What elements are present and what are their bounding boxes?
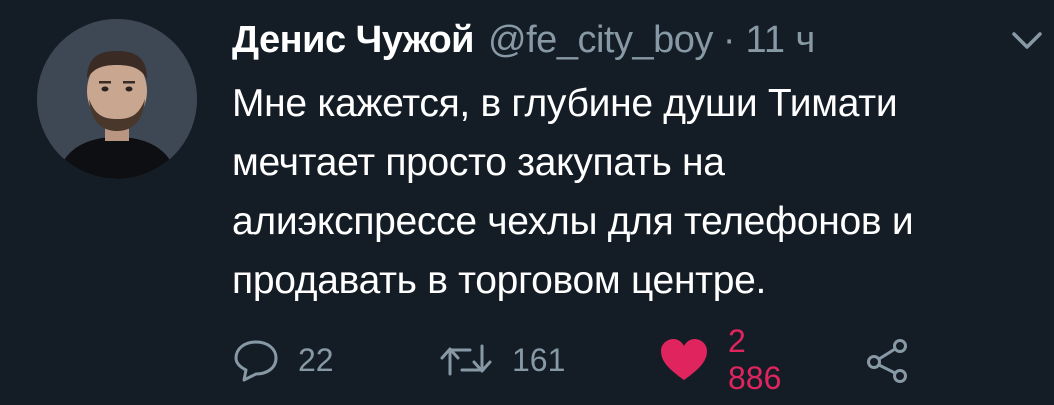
heart-icon [658, 336, 710, 384]
timestamp[interactable]: 11 ч [746, 19, 816, 62]
share-button[interactable] [864, 330, 912, 390]
like-count: 2 886 [728, 323, 782, 396]
tweet-line: мечтает просто закупать на [232, 141, 725, 184]
avatar[interactable] [37, 19, 197, 179]
user-handle[interactable]: @fe_city_boy [488, 19, 713, 62]
retweet-button[interactable]: 161 [438, 330, 565, 390]
avatar-image [37, 19, 197, 179]
share-icon [864, 336, 912, 384]
tweet: Денис Чужой @fe_city_boy · 11 ч Мне каже… [0, 0, 1054, 405]
retweet-icon [438, 336, 494, 384]
tweet-line: Мне кажется, в глубине души Тимати [232, 82, 898, 125]
tweet-line: алиэкспрессе чехлы для телефонов и [232, 200, 914, 243]
separator: · [722, 18, 736, 61]
display-name[interactable]: Денис Чужой [232, 19, 475, 62]
tweet-header: Денис Чужой @fe_city_boy · 11 ч [232, 15, 815, 65]
reply-count: 22 [298, 341, 334, 378]
reply-button[interactable]: 22 [232, 330, 334, 390]
retweet-count: 161 [512, 341, 566, 378]
like-button[interactable]: 2 886 [658, 323, 781, 396]
chevron-down-icon[interactable] [1010, 28, 1044, 54]
reply-icon [232, 336, 280, 384]
tweet-line: продавать в торговом центре. [232, 259, 767, 302]
tweet-text: Мне кажется, в глубине души Тимати мечта… [232, 74, 1042, 310]
